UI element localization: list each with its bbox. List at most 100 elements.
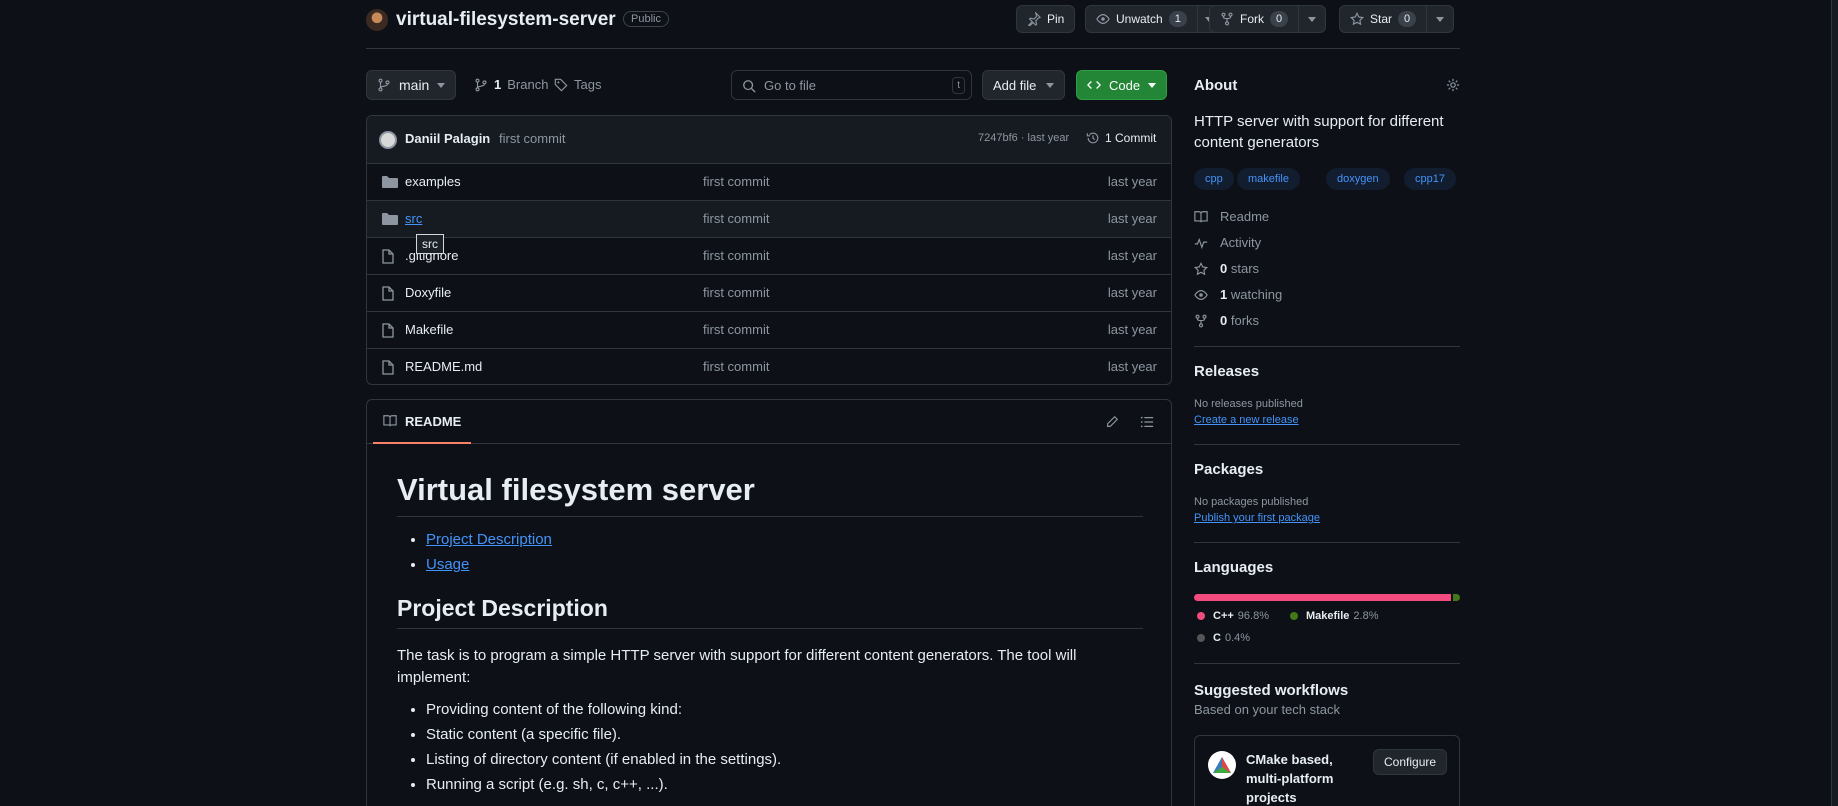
file-name[interactable]: Makefile [405,322,453,337]
latest-commit-bar: Daniil Palagin first commit 7247bf6 · la… [367,116,1171,164]
pin-label: Pin [1047,12,1065,26]
file-commit-message[interactable]: first commit [703,174,769,189]
topic-tag[interactable]: makefile [1237,168,1300,190]
bullet-item: Providing content of the following kind: [426,697,1143,722]
language-dot [1197,634,1205,642]
language-percent: 96.8% [1237,610,1269,622]
language-name: C++ [1213,610,1234,622]
file-name[interactable]: src [405,211,422,226]
outline-icon[interactable] [1140,415,1154,429]
author-avatar[interactable] [379,131,397,149]
commit-hash-time[interactable]: 7247bf6 · last year [978,132,1069,144]
forks-link[interactable]: 0 forks [1194,313,1259,328]
pin-button[interactable]: Pin [1016,5,1076,33]
star-label: Star [1370,12,1393,26]
readme-tab[interactable]: README [373,400,472,444]
commit-author[interactable]: Daniil Palagin [405,131,490,146]
branches-link[interactable]: 1 Branch [474,77,548,92]
watching-link[interactable]: 1 watching [1194,287,1282,302]
language-item[interactable]: C 0.4% [1197,632,1250,644]
code-button[interactable]: Code [1076,70,1168,100]
commit-message[interactable]: first commit [499,131,565,146]
unwatch-button[interactable]: Unwatch 1 [1085,5,1221,33]
file-row[interactable]: .gitignore first commit last year [367,238,1171,275]
go-to-file-input[interactable]: Go to file t [731,70,972,100]
language-percent: 0.4% [1224,632,1251,644]
file-row[interactable]: src first commit last year [367,201,1171,238]
readme-link-label: Readme [1220,209,1270,224]
branch-selector[interactable]: main [366,70,457,100]
activity-link[interactable]: Activity [1194,235,1261,250]
file-commit-message[interactable]: first commit [703,359,769,374]
file-date: last year [1107,322,1157,337]
topic-tag[interactable]: doxygen [1326,168,1390,190]
file-name[interactable]: Doxyfile [405,285,451,300]
star-count: 0 [1398,11,1417,27]
star-button[interactable]: Star 0 [1339,5,1455,33]
file-commit-message[interactable]: first commit [703,248,769,263]
repo-name[interactable]: virtual-filesystem-server [396,9,616,31]
file-row[interactable]: Doxyfile first commit last year [367,275,1171,312]
add-file-button[interactable]: Add file [982,70,1066,100]
gear-icon[interactable] [1446,78,1460,92]
file-name[interactable]: examples [405,174,461,189]
tags-link[interactable]: Tags [554,77,601,92]
star-icon [1350,12,1364,26]
create-release-link[interactable]: Create a new release [1194,414,1299,426]
file-row[interactable]: Makefile first commit last year [367,312,1171,349]
branch-icon [475,78,487,91]
publish-package-link[interactable]: Publish your first package [1194,512,1320,524]
toc-link[interactable]: Project Description [426,531,552,548]
go-to-file-placeholder: Go to file [764,78,817,93]
fork-button[interactable]: Fork 0 [1209,5,1327,33]
edit-icon[interactable] [1105,415,1119,429]
toc-link[interactable]: Usage [426,556,469,573]
topic-tag[interactable]: cpp17 [1404,168,1456,190]
readme-toc: Project Description Usage [397,527,1143,577]
page-scrollbar[interactable] [1831,0,1838,806]
owner-avatar[interactable] [366,9,388,31]
forks-text: 0 forks [1220,313,1259,328]
file-commit-message[interactable]: first commit [703,211,769,226]
file-browser: Daniil Palagin first commit 7247bf6 · la… [366,115,1172,385]
readme-title: Virtual filesystem server [397,472,1143,517]
file-icon [382,249,394,264]
eye-icon [1194,289,1208,300]
file-date: last year [1107,285,1157,300]
readme-link[interactable]: Readme [1194,209,1269,224]
file-row[interactable]: README.md first commit last year [367,349,1171,384]
fork-dropdown[interactable] [1299,6,1325,32]
language-item[interactable]: C++ 96.8% [1197,610,1269,622]
file-commit-message[interactable]: first commit [703,322,769,337]
watch-count: 1 [1168,11,1187,27]
workflows-subtitle: Based on your tech stack [1194,702,1340,717]
readme-panel: README Virtual filesystem server Project… [366,399,1172,806]
configure-button[interactable]: Configure [1373,749,1448,775]
caret-down-icon [1046,83,1055,88]
language-item[interactable]: Makefile 2.8% [1290,610,1379,622]
about-description: HTTP server with support for different c… [1194,113,1444,151]
star-dropdown[interactable] [1427,6,1453,32]
releases-title[interactable]: Releases [1194,363,1259,380]
file-icon [382,323,394,338]
sidebar-divider [1194,444,1460,445]
watching-label: watching [1230,287,1283,302]
stars-link[interactable]: 0 stars [1194,261,1259,276]
workflow-card-title[interactable]: CMake based, multi-platform projects [1246,750,1358,806]
file-row[interactable]: examples first commit last year [367,164,1171,201]
file-name[interactable]: README.md [405,359,482,374]
eye-icon [1096,14,1110,24]
branch-name: main [399,77,430,93]
fork-icon [1195,314,1207,327]
sidebar-divider [1194,346,1460,347]
topic-tag[interactable]: cpp [1194,168,1234,190]
commits-link[interactable]: 1 Commit [1086,131,1156,145]
file-commit-message[interactable]: first commit [703,285,769,300]
forks-count: 0 [1220,313,1228,328]
cmake-logo [1208,751,1236,779]
packages-title[interactable]: Packages [1194,461,1263,478]
repo-header: virtual-filesystem-server Public Pin Unw… [366,0,1460,49]
language-dot [1197,612,1205,620]
languages-bar [1194,594,1460,601]
book-icon [1194,210,1208,222]
